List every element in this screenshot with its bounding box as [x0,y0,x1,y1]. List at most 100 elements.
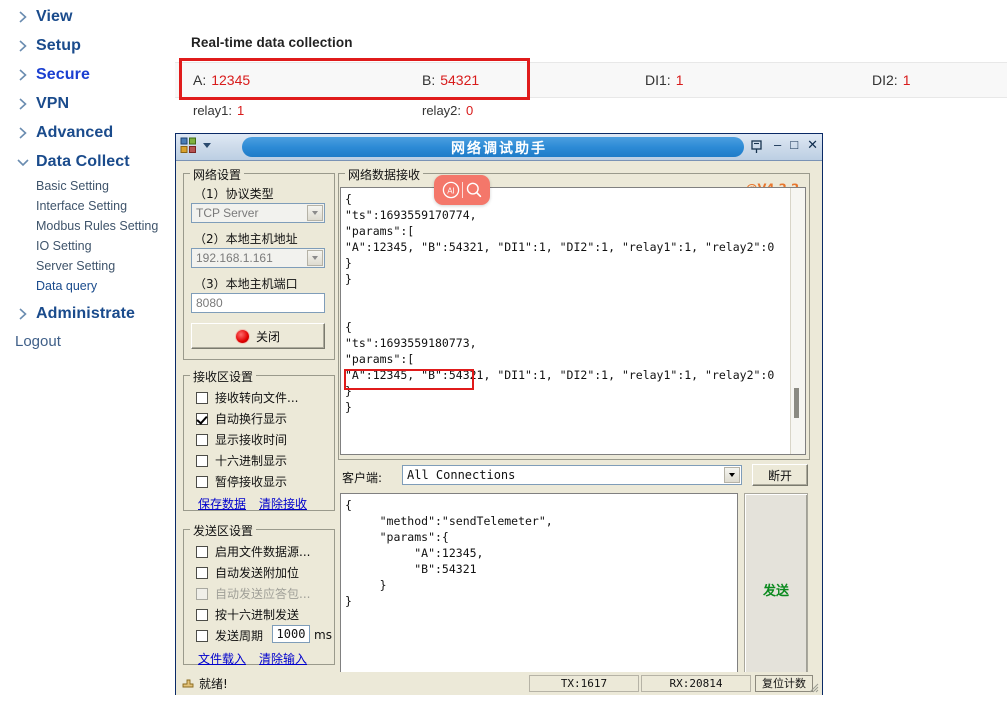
chevron-right-icon [16,67,32,83]
checkbox-hex-send[interactable]: 按十六进制发送 [196,606,299,623]
sidebar-item-data-query[interactable]: Data query [0,276,175,296]
search-icon [466,182,481,198]
window-body: 网络设置 （1）协议类型 TCP Server （2）本地主机地址 192.16… [176,161,822,695]
sidebar: View Setup Secure VPN Advanced Data Coll… [0,0,175,710]
protocol-type-select[interactable]: TCP Server [191,203,325,223]
clear-input-link[interactable]: 清除输入 [259,650,307,667]
metric-a-value: 12345 [211,72,251,88]
host-address-label: （2）本地主机地址 [194,232,298,246]
receive-scrollbar-thumb[interactable] [794,388,799,418]
host-address-select[interactable]: 192.168.1.161 [191,248,325,268]
badge-divider [461,182,463,198]
chevron-down-icon [16,154,32,170]
send-textarea[interactable]: { "method":"sendTelemeter", "params":{ "… [340,493,738,686]
checkbox-box[interactable] [196,433,208,446]
ai-icon: AI [442,181,459,199]
host-port-input[interactable]: 8080 [191,293,325,313]
logout-link[interactable]: Logout [0,328,175,354]
client-select[interactable]: All Connections [402,465,742,485]
metric-di2-label: DI2: [872,72,898,88]
sidebar-nav: View Setup Secure VPN Advanced Data Coll… [0,2,175,354]
receive-scrollbar[interactable] [790,188,805,454]
metric-b: B: 54321 [422,63,479,97]
pin-icon[interactable] [749,139,764,154]
checkbox-label: 显示接收时间 [215,433,288,447]
checkbox-hex-display[interactable]: 十六进制显示 [196,452,287,469]
disconnect-button[interactable]: 断开 [752,464,808,486]
chevron-down-icon[interactable] [307,250,323,266]
sidebar-item-server-setting[interactable]: Server Setting [0,256,175,276]
page-title: Real-time data collection [191,35,353,50]
checkbox-pause-recv[interactable]: 暂停接收显示 [196,473,287,490]
checkbox-box[interactable] [196,629,208,642]
sidebar-item-vpn[interactable]: VPN [0,89,175,118]
checkbox-recv-to-file[interactable]: 接收转向文件... [196,389,298,406]
resize-grip[interactable] [807,680,819,693]
minimize-button[interactable]: – [774,138,781,152]
metric-b-value: 54321 [440,72,480,88]
disconnect-label: 断开 [767,468,792,483]
window-title: 网络调试助手 [451,141,547,157]
connection-toggle-button[interactable]: 关闭 [191,323,325,349]
svg-text:AI: AI [447,186,455,195]
sidebar-item-label: Advanced [36,123,114,141]
connection-toggle-label: 关闭 [255,329,280,344]
checkbox-box[interactable] [196,412,208,425]
client-label: 客户端: [342,471,383,485]
save-data-link[interactable]: 保存数据 [198,495,246,512]
page-root: View Setup Secure VPN Advanced Data Coll… [0,0,1007,710]
sidebar-item-data-collect[interactable]: Data Collect [0,147,175,176]
sidebar-item-label: VPN [36,94,70,112]
status-text: 就绪! [199,676,228,691]
clear-receive-link[interactable]: 清除接收 [259,495,307,512]
checkbox-auto-wrap[interactable]: 自动换行显示 [196,410,287,427]
ai-assistant-badge[interactable]: AI [434,175,490,205]
checkbox-box[interactable] [196,454,208,467]
send-button[interactable]: 发送 [744,493,808,686]
checkbox-auto-send-suffix[interactable]: 自动发送附加位 [196,564,299,581]
chevron-right-icon [16,125,32,141]
metric-di2-value: 1 [902,72,911,88]
checkbox-show-recv-time[interactable]: 显示接收时间 [196,431,287,448]
receive-textarea[interactable]: { "ts":1693559170774, "params":[ "A":123… [340,187,806,455]
checkbox-box[interactable] [196,475,208,488]
protocol-type-value: TCP Server [196,206,259,220]
sidebar-item-advanced[interactable]: Advanced [0,118,175,147]
window-controls: – □ ✕ [774,138,818,152]
checkbox-box[interactable] [196,545,208,558]
checkbox-box[interactable] [196,566,208,579]
sidebar-item-basic-setting[interactable]: Basic Setting [0,176,175,196]
sidebar-item-interface-setting[interactable]: Interface Setting [0,196,175,216]
receive-settings-title: 接收区设置 [190,368,257,385]
chevron-right-icon [16,9,32,25]
checkbox-box[interactable] [196,391,208,404]
chevron-down-icon[interactable] [307,205,323,221]
metric-di1-label: DI1: [645,72,671,88]
sidebar-item-view[interactable]: View [0,2,175,31]
sidebar-item-modbus-rules-setting[interactable]: Modbus Rules Setting [0,216,175,236]
send-period-input[interactable]: 1000 [272,625,310,643]
load-file-link[interactable]: 文件载入 [198,650,246,667]
receive-panel-title: 网络数据接收 [345,166,424,183]
chevron-down-icon[interactable] [724,467,740,483]
network-debug-assistant-window: 网络调试助手 – □ ✕ 网络设置 （1）协议类型 TCP Server （2）… [175,133,823,695]
checkbox-enable-file-source[interactable]: 启用文件数据源... [196,543,310,560]
sidebar-item-administrate[interactable]: Administrate [0,299,175,328]
close-button[interactable]: ✕ [807,138,818,152]
sidebar-item-label: View [36,7,73,25]
window-titlebar[interactable]: 网络调试助手 – □ ✕ [176,134,822,161]
sidebar-sub-label: Interface Setting [36,199,128,213]
sidebar-item-setup[interactable]: Setup [0,31,175,60]
sidebar-sub-label: Modbus Rules Setting [36,219,159,233]
sidebar-item-io-setting[interactable]: IO Setting [0,236,175,256]
send-button-label: 发送 [762,584,789,599]
maximize-button[interactable]: □ [790,138,798,152]
reset-counter-button[interactable]: 复位计数 [755,674,813,692]
checkbox-box[interactable] [196,608,208,621]
sidebar-sub-label: Basic Setting [36,179,109,193]
metric-relay1-value: 1 [237,102,245,118]
sidebar-item-secure[interactable]: Secure [0,60,175,89]
chevron-right-icon [16,96,32,112]
checkbox-send-period[interactable]: 发送周期 [196,627,263,644]
metric-a: A: 12345 [193,63,250,97]
